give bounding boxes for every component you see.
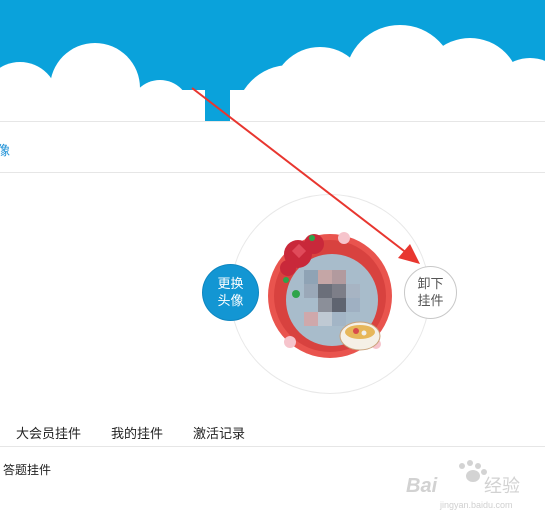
remove-pendant-label-line1: 卸下 (417, 276, 444, 292)
svg-text:经验: 经验 (484, 476, 520, 496)
quiz-pendants-heading: 答题挂件 (3, 463, 52, 477)
baidu-jingyan-watermark: Bai 经验 jingyan.baidu.com (406, 460, 520, 510)
cut-off-text: ) (0, 504, 1, 518)
change-avatar-label-line2: 头像 (217, 293, 244, 309)
remove-pendant-button[interactable]: 卸下 挂件 (404, 266, 457, 319)
change-avatar-button[interactable]: 更换 头像 (203, 265, 258, 320)
tab-vip-pendants[interactable]: 大会员挂件 (16, 423, 81, 442)
remove-pendant-label-line2: 挂件 (417, 293, 444, 309)
avatar-nav-link[interactable]: 像 (0, 140, 10, 159)
header-divider (0, 121, 545, 122)
section-divider (0, 172, 545, 173)
svg-text:Bai: Bai (406, 475, 438, 497)
avatar-with-pendant (268, 232, 392, 358)
tab-my-pendants[interactable]: 我的挂件 (111, 423, 163, 442)
change-avatar-label-line1: 更换 (217, 276, 244, 292)
svg-text:jingyan.baidu.com: jingyan.baidu.com (439, 500, 513, 510)
tabs-divider (0, 446, 545, 447)
tab-activation-records[interactable]: 激活记录 (193, 423, 245, 442)
header-banner (0, 0, 545, 122)
